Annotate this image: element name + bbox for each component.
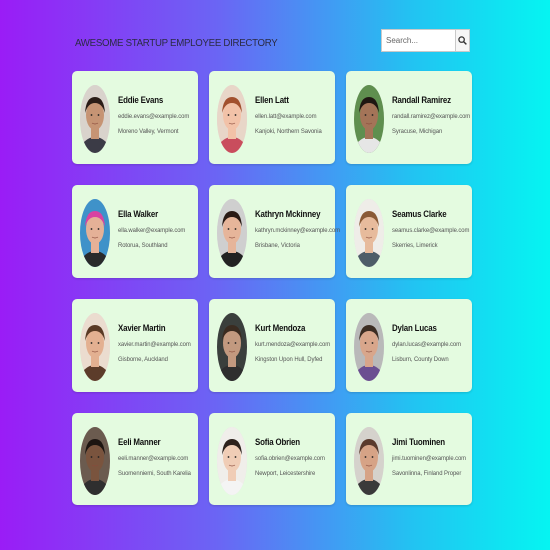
avatar	[354, 313, 384, 381]
employee-location: Newport, Leicestershire	[255, 470, 316, 477]
avatar	[217, 427, 247, 495]
employee-card[interactable]: Kurt Mendoza kurt.mendoza@example.com Ki…	[209, 299, 335, 392]
employee-name: Ella Walker	[118, 209, 158, 219]
employee-location: Suomenniemi, South Karelia	[118, 470, 191, 477]
employee-location: Kanjoki, Northern Savonia	[255, 128, 322, 135]
employee-name: Eddie Evans	[118, 95, 164, 105]
employee-info: Dylan Lucas dylan.lucas@example.com Lisb…	[392, 323, 468, 363]
employee-name: Randall Ramirez	[392, 95, 451, 105]
employee-info: Ellen Latt ellen.latt@example.com Kanjok…	[255, 95, 331, 135]
employee-name: Dylan Lucas	[392, 323, 437, 333]
employee-location: Rotorua, Southland	[118, 242, 168, 249]
employee-location: Lisburn, County Down	[392, 356, 449, 363]
employee-card[interactable]: Kathryn Mckinney kathryn.mckinney@exampl…	[209, 185, 340, 278]
employee-email: ellen.latt@example.com	[255, 113, 317, 120]
employee-location: Moreno Valley, Vermont	[118, 128, 179, 135]
avatar	[354, 85, 384, 153]
employee-email: dylan.lucas@example.com	[392, 341, 461, 348]
search-icon	[458, 36, 467, 45]
employee-location: Gisborne, Auckland	[118, 356, 168, 363]
employee-location: Skerries, Limerick	[392, 242, 438, 249]
employee-email: randall.ramirez@example.com	[392, 113, 471, 120]
avatar	[80, 199, 110, 267]
avatar	[80, 313, 110, 381]
employee-email: eeli.manner@example.com	[118, 455, 189, 462]
employee-card[interactable]: Seamus Clarke seamus.clarke@example.com …	[346, 185, 472, 278]
employee-card[interactable]: Ella Walker ella.walker@example.com Roto…	[72, 185, 198, 278]
employee-location: Brisbane, Victoria	[255, 242, 300, 249]
employee-card[interactable]: Jimi Tuominen jimi.tuominen@example.com …	[346, 413, 472, 505]
employee-name: Kathryn Mckinney	[255, 209, 321, 219]
employee-info: Eeli Manner eeli.manner@example.com Suom…	[118, 437, 194, 477]
employee-info: Ella Walker ella.walker@example.com Roto…	[118, 209, 194, 249]
avatar	[80, 427, 110, 495]
employee-name: Kurt Mendoza	[255, 323, 306, 333]
employee-name: Jimi Tuominen	[392, 437, 445, 447]
employee-info: Sofia Obrien sofia.obrien@example.com Ne…	[255, 437, 331, 477]
employee-card[interactable]: Ellen Latt ellen.latt@example.com Kanjok…	[209, 71, 335, 164]
employee-card[interactable]: Dylan Lucas dylan.lucas@example.com Lisb…	[346, 299, 472, 392]
search-input[interactable]	[381, 29, 455, 52]
employee-grid: Eddie Evans eddie.evans@example.com More…	[72, 71, 472, 505]
employee-email: eddie.evans@example.com	[118, 113, 190, 120]
avatar	[217, 199, 247, 267]
employee-info: Seamus Clarke seamus.clarke@example.com …	[392, 209, 470, 249]
employee-name: Xavier Martin	[118, 323, 166, 333]
search-form	[381, 29, 470, 52]
employee-card[interactable]: Eeli Manner eeli.manner@example.com Suom…	[72, 413, 198, 505]
employee-info: Jimi Tuominen jimi.tuominen@example.com …	[392, 437, 468, 477]
employee-card[interactable]: Eddie Evans eddie.evans@example.com More…	[72, 71, 198, 164]
employee-card[interactable]: Sofia Obrien sofia.obrien@example.com Ne…	[209, 413, 335, 505]
employee-info: Eddie Evans eddie.evans@example.com More…	[118, 95, 194, 135]
employee-email: sofia.obrien@example.com	[255, 455, 325, 462]
avatar	[354, 199, 384, 267]
employee-location: Kingston Upon Hull, Dyfed	[255, 356, 323, 363]
employee-email: seamus.clarke@example.com	[392, 227, 470, 234]
employee-name: Sofia Obrien	[255, 437, 300, 447]
employee-card[interactable]: Xavier Martin xavier.martin@example.com …	[72, 299, 198, 392]
employee-location: Savonlinna, Finland Proper	[392, 470, 462, 477]
employee-name: Seamus Clarke	[392, 209, 447, 219]
employee-email: ella.walker@example.com	[118, 227, 186, 234]
employee-email: xavier.martin@example.com	[118, 341, 191, 348]
employee-email: kurt.mendoza@example.com	[255, 341, 331, 348]
employee-info: Kurt Mendoza kurt.mendoza@example.com Ki…	[255, 323, 331, 363]
employee-info: Randall Ramirez randall.ramirez@example.…	[392, 95, 471, 135]
search-button[interactable]	[455, 29, 470, 52]
employee-location: Syracuse, Michigan	[392, 128, 443, 135]
employee-name: Ellen Latt	[255, 95, 289, 105]
employee-email: jimi.tuominen@example.com	[392, 455, 467, 462]
employee-name: Eeli Manner	[118, 437, 161, 447]
avatar	[80, 85, 110, 153]
avatar	[217, 85, 247, 153]
page-title: AWESOME STARTUP EMPLOYEE DIRECTORY	[75, 37, 278, 49]
avatar	[354, 427, 384, 495]
header: AWESOME STARTUP EMPLOYEE DIRECTORY	[75, 29, 470, 53]
employee-card[interactable]: Randall Ramirez randall.ramirez@example.…	[346, 71, 472, 164]
employee-email: kathryn.mckinney@example.com	[255, 227, 340, 234]
employee-info: Xavier Martin xavier.martin@example.com …	[118, 323, 194, 363]
avatar	[217, 313, 247, 381]
employee-info: Kathryn Mckinney kathryn.mckinney@exampl…	[255, 209, 340, 249]
